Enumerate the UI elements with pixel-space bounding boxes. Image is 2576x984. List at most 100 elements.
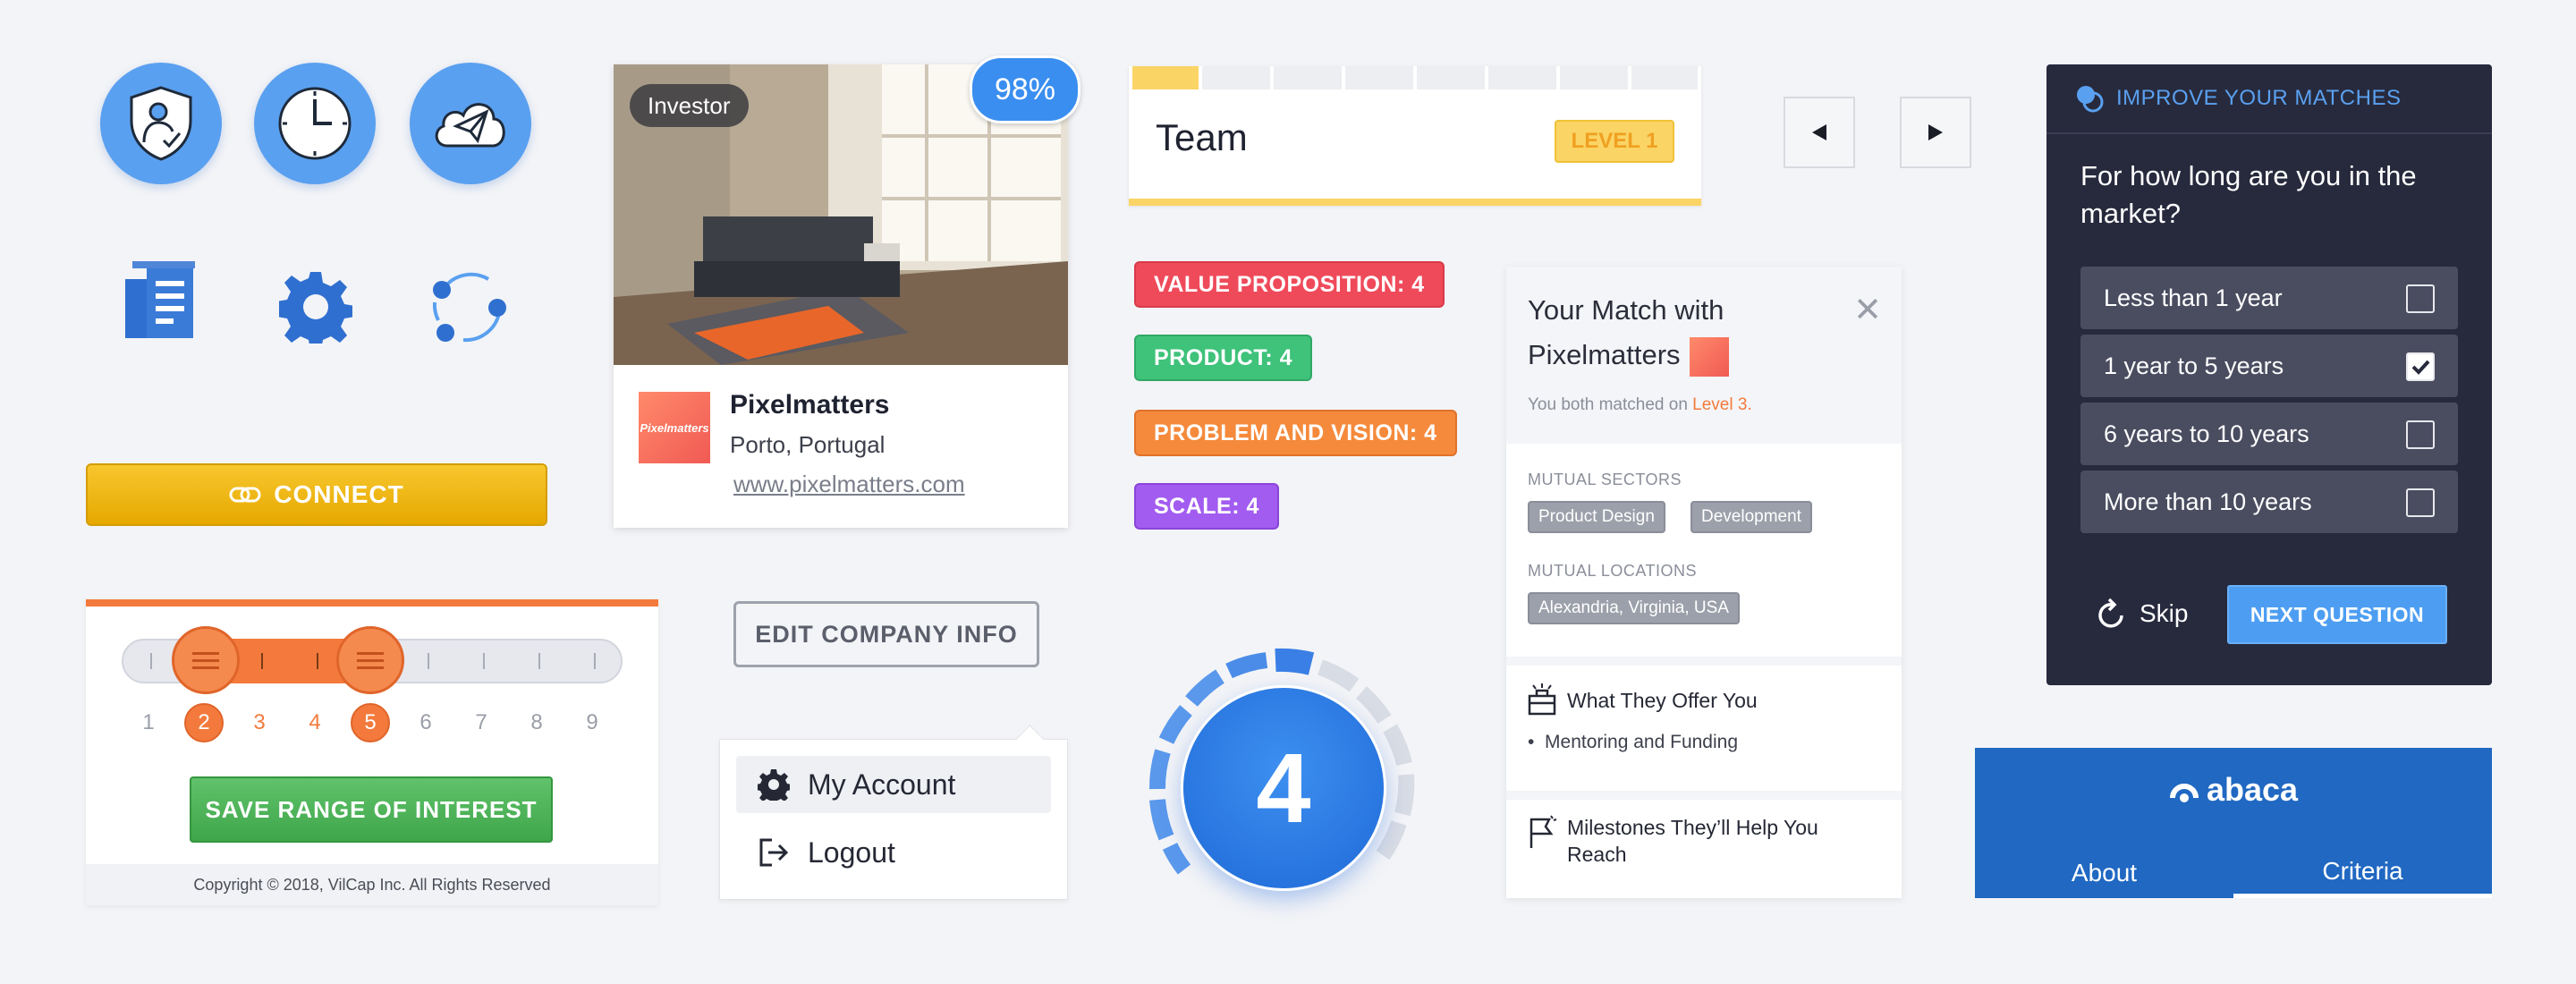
company-location: Porto, Portugal [730, 431, 886, 458]
mutual-sectors-heading: MUTUAL SECTORS [1528, 471, 1682, 488]
level-dial: 4 [1141, 646, 1420, 925]
match-title-company: Pixelmatters [1528, 339, 1681, 370]
shield-user-icon-button [100, 63, 222, 184]
option-checkbox-checked[interactable] [2406, 352, 2435, 381]
progress-segment [1417, 66, 1485, 89]
check-icon [2411, 360, 2430, 375]
slider-tick [483, 653, 485, 669]
quiz-option-label: 6 years to 10 years [2104, 420, 2309, 447]
next-question-button[interactable]: NEXT QUESTION [2227, 585, 2447, 644]
location-tag: Alexandria, Virginia, USA [1528, 592, 1740, 624]
connect-button[interactable]: CONNECT [86, 463, 547, 526]
offer-section: What They Offer You • Mentoring and Fund… [1506, 657, 1902, 791]
menu-item-label: My Account [808, 768, 956, 801]
account-dropdown-menu: My Account Logout [719, 739, 1068, 900]
range-number[interactable]: 3 [240, 703, 279, 742]
company-logo [1689, 336, 1729, 377]
logout-icon [759, 838, 789, 867]
quiz-option[interactable]: 6 years to 10 years [2080, 403, 2458, 465]
progress-segment [1274, 66, 1342, 89]
range-number[interactable]: 6 [406, 703, 445, 742]
improve-matches-panel: IMPROVE YOUR MATCHES For how long are yo… [2046, 64, 2492, 685]
tab-criteria[interactable]: Criteria [2233, 848, 2492, 898]
range-number[interactable]: 9 [572, 703, 612, 742]
edit-company-info-button[interactable]: EDIT COMPANY INFO [733, 601, 1039, 667]
quiz-option[interactable]: More than 10 years [2080, 471, 2458, 533]
dial-value: 4 [1181, 685, 1386, 891]
paper-plane-cloud-icon-button [410, 63, 531, 184]
range-number-selected[interactable]: 5 [351, 703, 390, 742]
quiz-option-label: More than 10 years [2104, 488, 2312, 515]
score-chip-problem-and-vision: PROBLEM AND VISION: 4 [1134, 410, 1457, 456]
milestones-section: Milestones They’ll Help You Reach [1506, 791, 1902, 907]
gear-icon [276, 270, 355, 351]
connect-label: CONNECT [274, 480, 404, 508]
menu-item-logout[interactable]: Logout [736, 824, 1051, 881]
menu-item-label: Logout [808, 836, 895, 869]
next-button[interactable] [1900, 97, 1971, 168]
level-badge: LEVEL 1 [1555, 120, 1674, 163]
briefcase-icon [1528, 683, 1556, 716]
abaca-logo-icon [2169, 784, 2199, 802]
range-handle-max[interactable] [336, 626, 404, 694]
investor-tag: Investor [630, 84, 749, 127]
flag-icon [1530, 815, 1557, 848]
milestones-title: Milestones They’ll Help You Reach [1567, 816, 1818, 866]
slider-tick [150, 653, 152, 669]
quiz-option-label: 1 year to 5 years [2104, 352, 2284, 379]
offer-list-item: • Mentoring and Funding [1528, 732, 1739, 752]
match-level-link: Level 3. [1692, 395, 1752, 414]
copyright-text: Copyright © 2018, VilCap Inc. All Rights… [86, 864, 658, 905]
range-number[interactable]: 8 [517, 703, 556, 742]
score-chip-value-proposition: VALUE PROPOSITION: 4 [1134, 261, 1445, 308]
gear-icon [758, 769, 790, 801]
team-level-card: Team LEVEL 1 [1129, 66, 1701, 206]
save-range-button[interactable]: SAVE RANGE OF INTEREST [190, 776, 553, 843]
network-icon [428, 267, 508, 352]
sector-tag: Development [1690, 501, 1812, 533]
range-number[interactable]: 4 [295, 703, 335, 742]
match-percent-badge: 98% [970, 55, 1080, 123]
match-card: Your Match with Pixelmatters ✕ You both … [1506, 267, 1902, 898]
option-checkbox[interactable] [2406, 488, 2435, 517]
match-subtitle-text: You both matched on [1528, 395, 1693, 414]
range-number-selected[interactable]: 2 [184, 703, 224, 742]
quiz-header: IMPROVE YOUR MATCHES [2046, 64, 2492, 134]
tab-about[interactable]: About [1975, 848, 2233, 898]
shield-user-icon [130, 86, 192, 161]
quiz-option[interactable]: Less than 1 year [2080, 267, 2458, 329]
slider-tick [428, 653, 429, 669]
progress-segment [1202, 66, 1270, 89]
company-logo: Pixelmatters [639, 392, 710, 463]
quiz-option-selected[interactable]: 1 year to 5 years [2080, 335, 2458, 397]
quiz-question: For how long are you in the market? [2080, 160, 2417, 229]
progress-segment [1560, 66, 1628, 89]
document-icon [123, 259, 197, 344]
option-checkbox[interactable] [2406, 420, 2435, 449]
previous-button[interactable] [1784, 97, 1855, 168]
offer-title: What They Offer You [1567, 689, 1758, 712]
company-card[interactable]: Investor Pixelmatters Pixelmatters Porto… [614, 64, 1068, 528]
match-title: Your Match with Pixelmatters [1528, 288, 1850, 377]
range-number[interactable]: 1 [129, 703, 168, 742]
close-icon[interactable]: ✕ [1853, 293, 1882, 327]
mutual-locations-heading: MUTUAL LOCATIONS [1528, 562, 1698, 580]
range-slider[interactable] [122, 626, 623, 694]
link-icon [229, 487, 261, 503]
abaca-logo: abaca [1975, 771, 2492, 809]
score-chip-scale: SCALE: 4 [1134, 483, 1279, 530]
team-label: Team [1156, 116, 1248, 158]
match-icon [2077, 86, 2104, 113]
range-handle-min[interactable] [172, 626, 240, 694]
sector-tag: Product Design [1528, 501, 1665, 533]
menu-item-my-account[interactable]: My Account [736, 756, 1051, 813]
triangle-left-icon [1812, 124, 1826, 140]
abaca-header: abaca About Criteria [1975, 748, 2492, 898]
match-card-header: Your Match with Pixelmatters ✕ You both … [1506, 267, 1902, 444]
option-checkbox[interactable] [2406, 284, 2435, 313]
range-number[interactable]: 7 [462, 703, 501, 742]
skip-button[interactable]: Skip [2097, 598, 2188, 630]
range-of-interest-card: 1 2 3 4 5 6 7 8 9 SAVE RANGE OF INTEREST… [86, 599, 658, 905]
progress-segment [1488, 66, 1556, 89]
company-website-link[interactable]: www.pixelmatters.com [733, 471, 965, 498]
